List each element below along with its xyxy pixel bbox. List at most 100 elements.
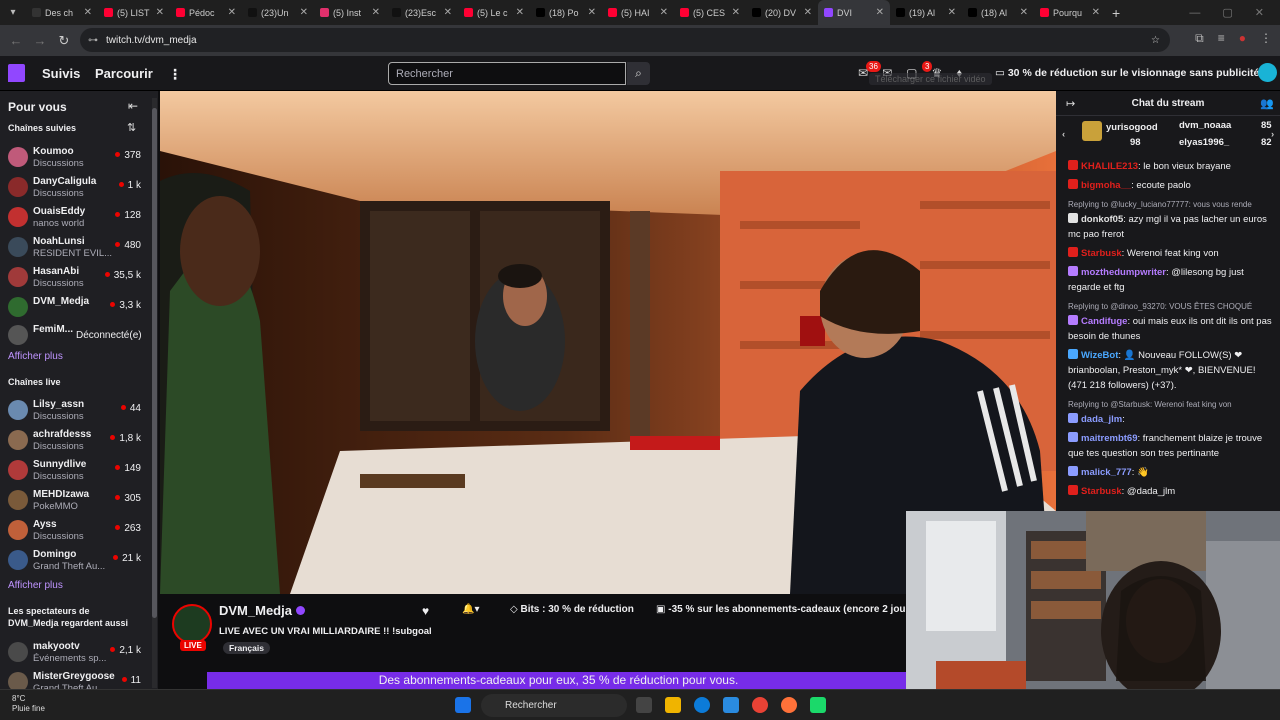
sidebar-scrollbar[interactable] [152, 98, 157, 688]
weather-widget[interactable]: 8°C Pluie fine [12, 694, 45, 714]
bits-offer-button[interactable]: ◇ Bits : 30 % de réduction [510, 604, 634, 615]
twitch-logo-icon[interactable] [8, 64, 25, 82]
browser-tab[interactable]: (18) Po ✕ [530, 0, 602, 25]
chat-username[interactable]: WizeBot [1081, 350, 1118, 361]
tab-close-icon[interactable]: ✕ [516, 7, 524, 18]
chat-username[interactable]: dada_jlm [1081, 414, 1122, 425]
chat-username[interactable]: mozthedumpwriter [1081, 267, 1166, 278]
browser-tab[interactable]: (5) CES ✕ [674, 0, 746, 25]
browser-tab[interactable]: (23)Esc ✕ [386, 0, 458, 25]
browser-tab[interactable]: Des ch ✕ [26, 0, 98, 25]
tab-close-icon[interactable]: ✕ [948, 7, 956, 18]
firefox-icon[interactable] [781, 697, 797, 713]
tab-close-icon[interactable]: ✕ [1020, 7, 1028, 18]
media-icon[interactable]: ≡ [1218, 31, 1225, 46]
more-menu-icon[interactable]: ⋮ [168, 66, 182, 83]
chat-username[interactable]: maitrembt69 [1081, 433, 1138, 444]
tab-close-icon[interactable]: ✕ [660, 7, 668, 18]
forward-icon[interactable]: → [28, 33, 52, 48]
search-input[interactable]: Rechercher [388, 62, 626, 85]
nav-following[interactable]: Suivis [42, 66, 80, 81]
chat-username[interactable]: donkof05 [1081, 214, 1123, 225]
app-icon[interactable] [810, 697, 826, 713]
back-icon[interactable]: ← [4, 33, 28, 48]
channel-avatar[interactable] [172, 604, 212, 644]
chat-username[interactable]: Candifuge [1081, 316, 1127, 327]
browser-tab[interactable]: (5) HAI ✕ [602, 0, 674, 25]
profile-icon[interactable]: ● [1239, 31, 1246, 46]
tab-close-icon[interactable]: ✕ [300, 7, 308, 18]
notification-bell-icon[interactable]: 🔔▾ [462, 604, 479, 615]
browser-tab[interactable]: (19) Al ✕ [890, 0, 962, 25]
browser-tab[interactable]: (5) Le c ✕ [458, 0, 530, 25]
sidebar-channel-koumoo[interactable]: Koumoo Discussions 378 [0, 143, 150, 173]
tab-close-icon[interactable]: ✕ [876, 7, 884, 18]
reply-context[interactable]: Replying to @dinoo_93270: VOUS ÊTES CHOQ… [1068, 299, 1274, 314]
nav-browse[interactable]: Parcourir [95, 66, 153, 81]
chat-username[interactable]: KHALILE213 [1081, 161, 1138, 172]
show-more-followed[interactable]: Afficher plus [8, 351, 63, 362]
maximize-button[interactable]: ▢ [1222, 6, 1232, 19]
sidebar-channel-mistergreygoose[interactable]: MisterGreygoose Grand Theft Au... 11 [0, 668, 150, 689]
extensions-icon[interactable]: ⧉ [1195, 31, 1204, 46]
browser-tab[interactable]: DVI ✕ [818, 0, 890, 25]
sidebar-channel-hasanabi[interactable]: HasanAbi Discussions 35,5 k [0, 263, 150, 293]
search-icon[interactable]: ⌕ [627, 62, 650, 85]
tab-list-chevron-icon[interactable]: ▾ [0, 7, 26, 18]
browser-tab[interactable]: Pourqu ✕ [1034, 0, 1106, 25]
file-explorer-icon[interactable] [665, 697, 681, 713]
user-avatar[interactable] [1258, 63, 1277, 82]
tab-close-icon[interactable]: ✕ [1092, 7, 1100, 18]
tab-close-icon[interactable]: ✕ [732, 7, 740, 18]
sidebar-channel-ouaiseddy[interactable]: OuaisEddy nanos world 128 [0, 203, 150, 233]
chat-users-icon[interactable]: 👥 [1260, 97, 1274, 110]
browser-tab[interactable]: (5) LIST ✕ [98, 0, 170, 25]
gifters-next-icon[interactable]: › [1271, 129, 1274, 140]
sort-icon[interactable]: ⇅ [127, 121, 136, 134]
sidebar-channel-mehdizawa[interactable]: MEHDIzawa PokeMMO 305 [0, 486, 150, 516]
browser-tab[interactable]: (23)Un ✕ [242, 0, 314, 25]
tab-close-icon[interactable]: ✕ [804, 7, 812, 18]
url-field[interactable]: ⊶ twitch.tv/dvm_medja ☆ [80, 28, 1170, 52]
reload-icon[interactable]: ↻ [52, 33, 76, 49]
language-tag[interactable]: Français [223, 642, 270, 654]
browser-tab[interactable]: Pédoc ✕ [170, 0, 242, 25]
browser-tab[interactable]: (5) Inst ✕ [314, 0, 386, 25]
close-window-button[interactable]: ✕ [1255, 6, 1264, 19]
sidebar-channel-lilsy_assn[interactable]: Lilsy_assn Discussions 44 [0, 396, 150, 426]
menu-icon[interactable]: ⋮ [1260, 31, 1272, 46]
sidebar-channel-achrafdesss[interactable]: achrafdesss Discussions 1,8 k [0, 426, 150, 456]
tab-close-icon[interactable]: ✕ [588, 7, 596, 18]
sidebar-channel-danycaligula[interactable]: DanyCaligula Discussions 1 k [0, 173, 150, 203]
edge-icon[interactable] [694, 697, 710, 713]
tab-close-icon[interactable]: ✕ [228, 7, 236, 18]
chat-username[interactable]: malick_777 [1081, 467, 1132, 478]
sidebar-channel-ayss[interactable]: Ayss Discussions 263 [0, 516, 150, 546]
sidebar-channel-makyootv[interactable]: makyootv Événements sp... 2,1 k [0, 638, 150, 668]
follow-heart-icon[interactable]: ♥ [422, 604, 429, 618]
tab-close-icon[interactable]: ✕ [84, 7, 92, 18]
collapse-sidebar-icon[interactable]: ⇤ [128, 99, 138, 113]
tab-close-icon[interactable]: ✕ [444, 7, 452, 18]
site-info-icon[interactable]: ⊶ [88, 35, 98, 46]
gifters-prev-icon[interactable]: ‹ [1062, 129, 1065, 140]
bookmark-star-icon[interactable]: ☆ [1151, 35, 1160, 46]
task-view-icon[interactable] [636, 697, 652, 713]
sidebar-channel-domingo[interactable]: Domingo Grand Theft Au... 21 k [0, 546, 150, 576]
store-icon[interactable] [723, 697, 739, 713]
browser-tab[interactable]: (20) DV ✕ [746, 0, 818, 25]
gift-subs-offer-button[interactable]: ▣ -35 % sur les abonnements-cadeaux (enc… [656, 604, 918, 615]
chat-username[interactable]: Starbusk [1081, 486, 1122, 497]
chat-username[interactable]: bigmoha__ [1081, 180, 1131, 191]
browser-tab[interactable]: (18) Al ✕ [962, 0, 1034, 25]
reply-context[interactable]: Replying to @lucky_luciano77777: vous vo… [1068, 197, 1274, 212]
tab-close-icon[interactable]: ✕ [372, 7, 380, 18]
sidebar-channel-sunnydlive[interactable]: Sunnydlive Discussions 149 [0, 456, 150, 486]
channel-name[interactable]: DVM_Medja [219, 603, 305, 618]
taskbar-search[interactable]: Rechercher [481, 694, 627, 717]
tab-close-icon[interactable]: ✕ [156, 7, 164, 18]
gift-subs-banner[interactable]: Des abonnements-cadeaux pour eux, 35 % d… [207, 672, 910, 689]
reply-context[interactable]: Replying to @Starbusk: Werenoi feat king… [1068, 397, 1274, 412]
show-more-live[interactable]: Afficher plus [8, 580, 63, 591]
start-icon[interactable] [455, 697, 471, 713]
